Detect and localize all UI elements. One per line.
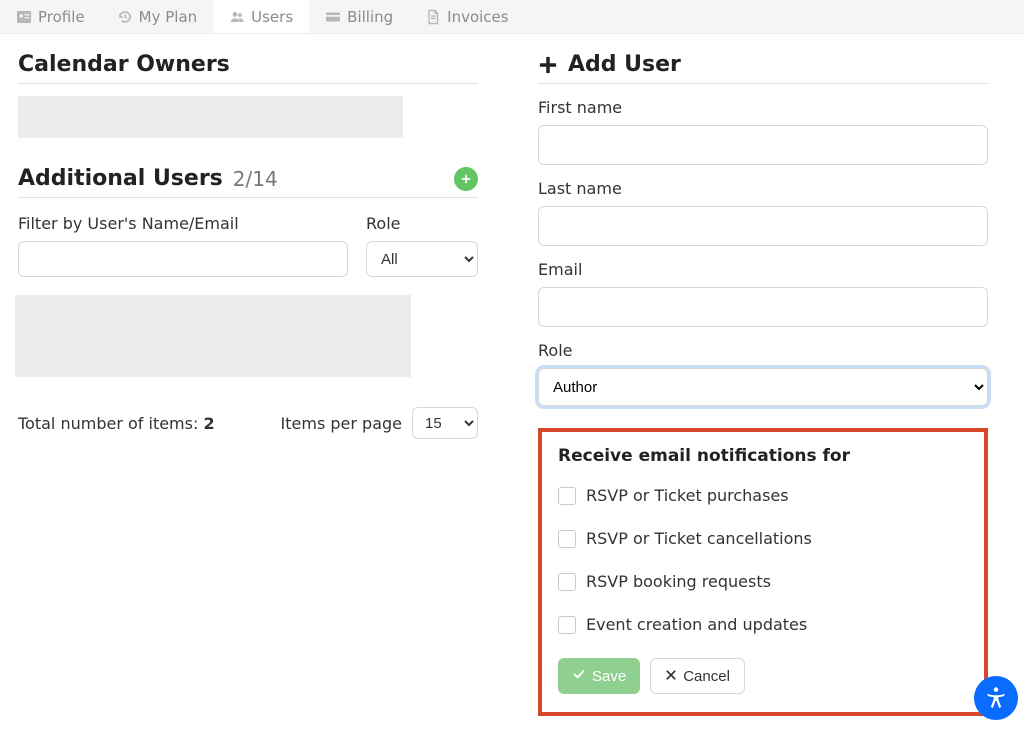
tab-label: My Plan [139,8,198,26]
filter-label: Filter by User's Name/Email [18,214,348,233]
totals-value: 2 [203,414,214,433]
close-icon [665,668,677,685]
card-icon [325,9,341,25]
tabs-bar: Profile My Plan Users Billing Invoices [0,0,1024,34]
divider [18,197,478,198]
first-name-label: First name [538,98,988,117]
history-icon [117,9,133,25]
notifications-highlight: Receive email notifications for RSVP or … [538,428,988,716]
notifications-title: Receive email notifications for [558,446,968,466]
invoice-icon [425,9,441,25]
checkbox-rsvp-cancellations[interactable] [558,530,576,548]
plus-icon [538,55,558,75]
tab-label: Invoices [447,8,508,26]
tab-label: Profile [38,8,85,26]
cancel-button[interactable]: Cancel [650,658,745,694]
users-icon [229,9,245,25]
user-list-placeholder [15,295,411,377]
save-button[interactable]: Save [558,658,640,694]
role-filter-label: Role [366,214,478,233]
save-label: Save [592,668,626,685]
last-name-input[interactable] [538,206,988,246]
tab-my-plan[interactable]: My Plan [101,0,214,33]
email-input[interactable] [538,287,988,327]
checkbox-label: RSVP booking requests [586,572,771,591]
role-filter-select[interactable]: All [366,241,478,277]
divider [538,83,988,84]
per-page-label: Items per page [281,414,402,433]
additional-users-count: 2/14 [233,167,278,191]
checkbox-booking-requests[interactable] [558,573,576,591]
last-name-label: Last name [538,179,988,198]
profile-icon [16,9,32,25]
divider [18,83,478,84]
check-icon [572,667,586,685]
email-label: Email [538,260,988,279]
checkbox-event-updates[interactable] [558,616,576,634]
role-select[interactable]: Author [538,368,988,406]
add-user-title: Add User [568,52,681,77]
accessibility-button[interactable] [974,676,1018,720]
checkbox-label: RSVP or Ticket cancellations [586,529,812,548]
owner-placeholder [18,96,403,138]
role-label: Role [538,341,988,360]
cancel-label: Cancel [683,668,730,685]
tab-billing[interactable]: Billing [309,0,409,33]
tab-label: Users [251,8,293,26]
tab-profile[interactable]: Profile [0,0,101,33]
add-additional-user-button[interactable] [454,167,478,191]
tab-label: Billing [347,8,393,26]
tab-users[interactable]: Users [213,0,309,33]
tab-invoices[interactable]: Invoices [409,0,524,33]
per-page-select[interactable]: 15 [412,407,478,439]
additional-users-title: Additional Users [18,166,223,191]
filter-input[interactable] [18,241,348,277]
calendar-owners-title: Calendar Owners [18,52,478,77]
checkbox-label: Event creation and updates [586,615,807,634]
checkbox-label: RSVP or Ticket purchases [586,486,789,505]
accessibility-icon [983,685,1009,711]
totals-prefix: Total number of items: [18,414,203,433]
first-name-input[interactable] [538,125,988,165]
checkbox-rsvp-purchases[interactable] [558,487,576,505]
